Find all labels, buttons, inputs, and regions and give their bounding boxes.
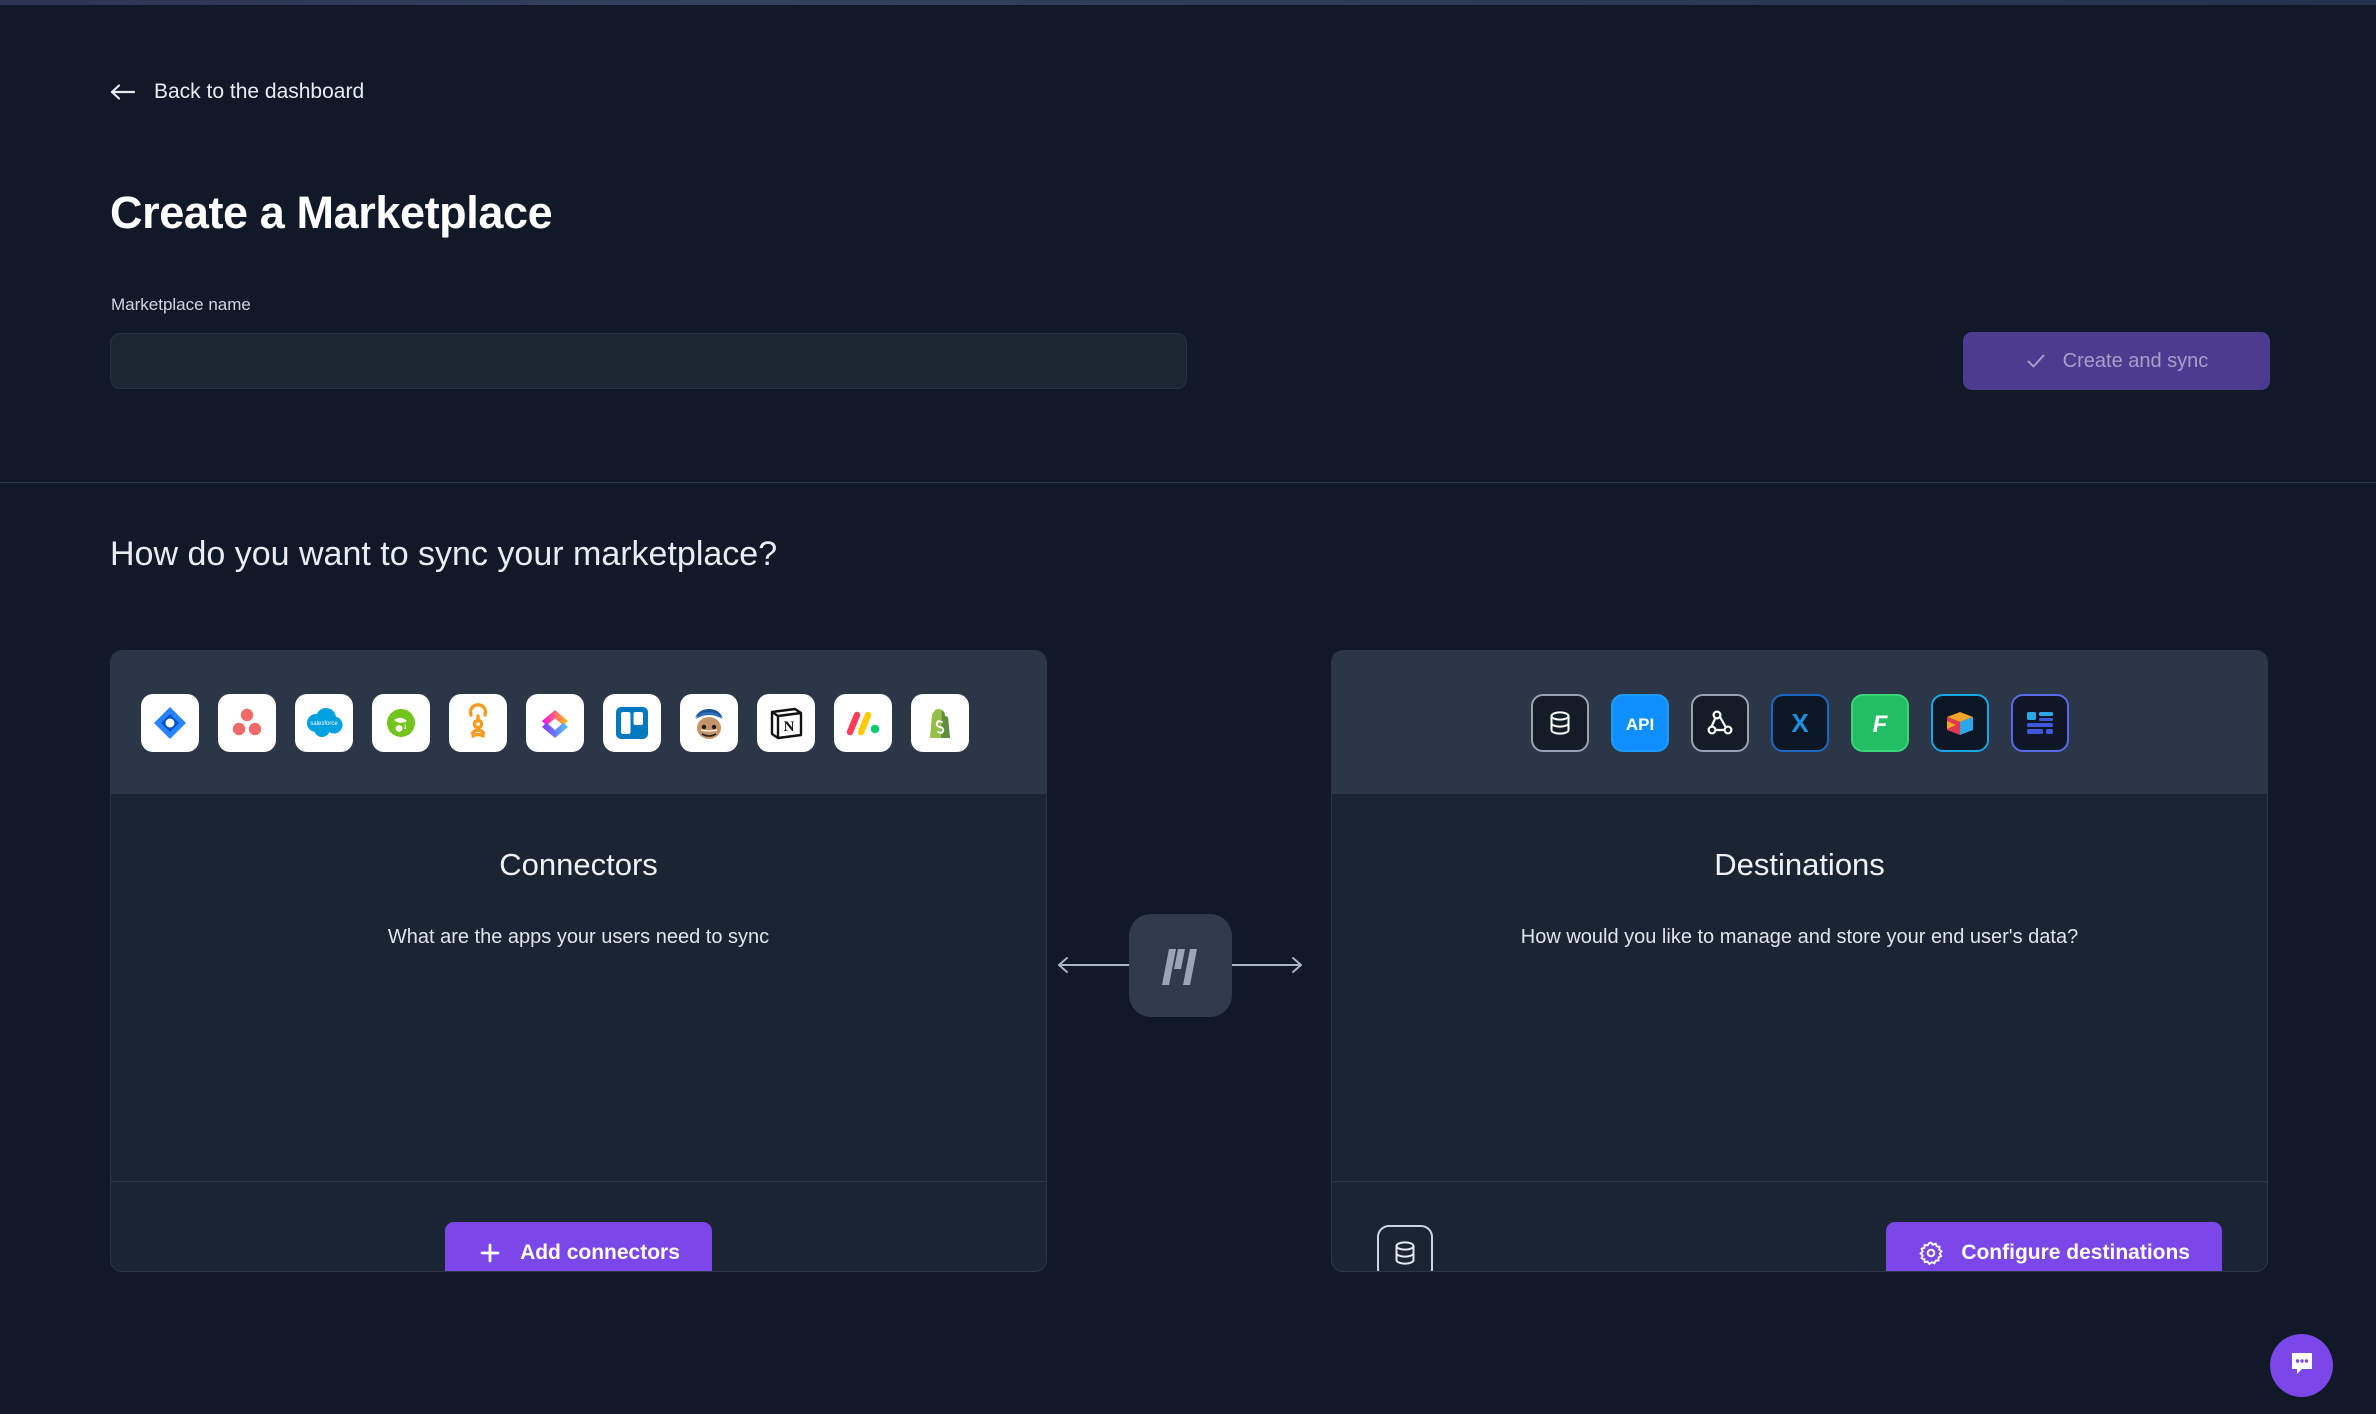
destinations-card-footer: Configure destinations [1332,1181,2267,1271]
add-connectors-label: Add connectors [520,1241,680,1264]
destinations-card: API X F Destinations How would you like … [1331,650,2268,1272]
sync-flow-connector [1058,905,1302,1025]
database-icon [1530,693,1589,752]
create-and-sync-label: Create and sync [2062,349,2209,372]
back-to-dashboard-link[interactable]: Back to the dashboard [110,80,364,104]
header-section: Back to the dashboard Create a Marketpla… [0,5,2376,483]
chat-bubble-icon [2286,1347,2318,1384]
page-title: Create a Marketplace [110,187,553,238]
bigquery-icon [1930,693,1989,752]
destinations-icon-strip: API X F [1332,651,2267,794]
arrow-left-icon [110,82,136,102]
configure-destinations-button[interactable]: Configure destinations [1886,1222,2222,1271]
clickup-icon [526,693,584,752]
notion-icon: N [757,693,815,752]
connectors-card-footer: Add connectors [111,1181,1046,1271]
connectors-icon-strip: salesforce N [111,651,1046,794]
shopify-icon [911,693,969,752]
arrow-right-icon [1229,954,1307,976]
gear-icon [1918,1240,1944,1266]
destinations-subtitle: How would you like to manage and store y… [1520,926,2079,948]
marketplace-name-input[interactable] [110,333,1187,389]
connectors-card-body: Connectors What are the apps your users … [111,847,1046,1181]
destinations-card-body: Destinations How would you like to manag… [1332,847,2267,1181]
jira-icon [141,693,199,752]
marketplace-name-label: Marketplace name [111,295,251,314]
trello-icon [603,693,661,752]
api-icon: API [1610,693,1669,752]
marketplace-logo-icon [1128,913,1232,1017]
svg-text:X: X [1791,708,1809,738]
connectors-subtitle: What are the apps your users need to syn… [387,926,770,948]
arrow-left-icon [1053,954,1131,976]
svg-text:N: N [784,719,795,735]
svg-text:API: API [1625,715,1653,734]
excel-icon: X [1770,693,1829,752]
asana-icon [218,693,276,752]
create-marketplace-page: Back to the dashboard Create a Marketpla… [0,0,2376,1414]
opsgenie-icon [449,693,507,752]
create-and-sync-button[interactable]: Create and sync [1963,332,2270,390]
sync-section-heading: How do you want to sync your marketplace… [110,535,778,573]
section-divider [0,482,2376,483]
salesforce-icon: salesforce [295,693,353,752]
check-icon [2025,350,2047,372]
destinations-title: Destinations [1714,847,1885,882]
back-to-dashboard-label: Back to the dashboard [154,80,365,103]
svg-text:salesforce: salesforce [310,721,338,727]
configure-destinations-label: Configure destinations [1961,1241,2190,1264]
monday-icon [834,693,892,752]
firebolt-icon: F [1850,693,1909,752]
add-connectors-button[interactable]: Add connectors [445,1222,712,1271]
connectors-title: Connectors [499,847,658,882]
datagrid-icon [2010,693,2069,752]
webhook-icon [1690,693,1749,752]
plus-icon [477,1240,503,1266]
database-icon[interactable] [1377,1225,1433,1271]
bamboohr-icon [372,693,430,752]
mailchimp-icon [680,693,738,752]
svg-text:F: F [1872,711,1888,738]
connectors-card: salesforce N Connectors What are the app… [110,650,1047,1272]
chat-widget-button[interactable] [2270,1334,2333,1397]
